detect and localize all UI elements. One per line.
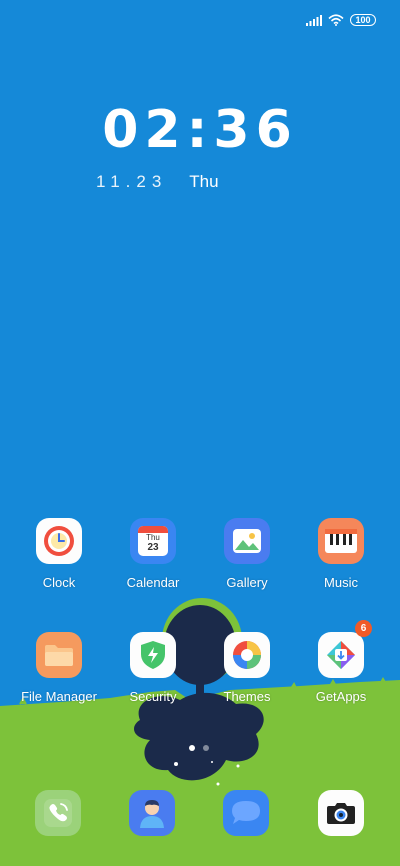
camera-app[interactable] <box>318 790 364 836</box>
message-icon <box>232 801 260 824</box>
clock-date: 11.23 Thu <box>96 172 219 192</box>
app-label: Music <box>324 575 358 590</box>
date-text: 11.23 <box>96 172 168 191</box>
app-themes[interactable]: Themes <box>200 632 294 704</box>
folder-app-icon <box>36 632 82 678</box>
app-label: File Manager <box>21 689 97 704</box>
messages-app[interactable] <box>223 790 269 836</box>
themes-app-icon <box>224 632 270 678</box>
app-gallery[interactable]: Gallery <box>200 518 294 590</box>
app-label: Gallery <box>226 575 268 590</box>
contacts-app[interactable] <box>129 790 175 836</box>
phone-app[interactable] <box>35 790 81 836</box>
calendar-app-icon: Thu 23 <box>130 518 176 564</box>
camera-icon <box>327 803 355 824</box>
phone-icon <box>44 799 72 827</box>
notification-badge: 6 <box>355 620 372 637</box>
app-label: Clock <box>42 575 76 590</box>
signal-icon <box>306 14 322 26</box>
music-app-icon <box>318 518 364 564</box>
app-file-manager[interactable]: File Manager <box>12 632 106 704</box>
page-dot[interactable] <box>203 745 209 751</box>
battery-indicator: 100 <box>350 14 376 26</box>
shield-app-icon <box>130 632 176 678</box>
page-indicator[interactable] <box>189 745 209 751</box>
app-label: GetApps <box>315 689 367 704</box>
app-label: Security <box>129 689 177 704</box>
page-dot-active[interactable] <box>189 745 195 751</box>
app-getapps[interactable]: 6 GetApps <box>294 620 388 704</box>
wifi-icon <box>328 14 344 26</box>
calendar-weekday: Thu <box>146 533 160 542</box>
app-label: Themes <box>223 689 271 704</box>
app-music[interactable]: Music <box>294 518 388 590</box>
getapps-app-icon: 6 <box>318 620 372 678</box>
weekday-text: Thu <box>189 172 219 191</box>
gallery-app-icon <box>224 518 270 564</box>
app-security[interactable]: Security <box>106 632 200 704</box>
contact-icon <box>140 800 164 828</box>
app-calendar[interactable]: Thu 23 Calendar <box>106 518 200 590</box>
clock-time[interactable]: 02:36 <box>0 100 400 160</box>
clock-app-icon <box>36 518 82 564</box>
status-bar: 100 <box>306 14 376 26</box>
app-label: Calendar <box>126 575 180 590</box>
calendar-day: 23 <box>147 542 159 553</box>
app-clock[interactable]: Clock <box>12 518 106 590</box>
